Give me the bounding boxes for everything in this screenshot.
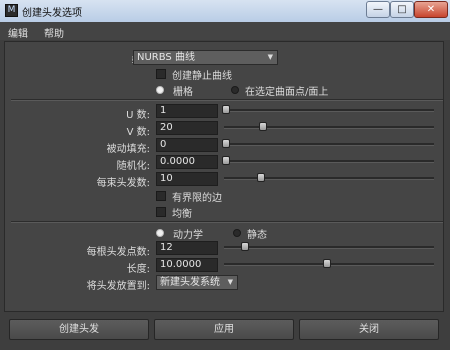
v-count-slider-track[interactable] bbox=[224, 126, 434, 129]
passive-fill-field[interactable]: 0 bbox=[156, 138, 218, 152]
points-per-hair-slider-thumb[interactable] bbox=[241, 242, 249, 251]
length-field[interactable]: 10.0000 bbox=[156, 258, 218, 272]
place-hair-into-dropdown[interactable]: 新建头发系统 ▼ bbox=[156, 275, 238, 290]
passive-fill-slider-track[interactable] bbox=[224, 143, 434, 146]
separator bbox=[11, 99, 443, 101]
equalize-label: 均衡 bbox=[172, 209, 192, 220]
place-hair-into-value: 新建头发系统 bbox=[160, 277, 220, 288]
window-title: 创建头发选项 bbox=[22, 8, 82, 19]
menu-bar: 编辑 帮助 bbox=[0, 22, 450, 40]
create-hair-button[interactable]: 创建头发 bbox=[9, 319, 149, 340]
chevron-down-icon: ▼ bbox=[227, 278, 233, 286]
maximize-button[interactable]: □ bbox=[390, 1, 414, 18]
minimize-button[interactable]: — bbox=[366, 1, 390, 18]
length-slider-thumb[interactable] bbox=[323, 259, 331, 268]
points-per-hair-slider-track[interactable] bbox=[224, 246, 434, 249]
v-count-field[interactable]: 20 bbox=[156, 121, 218, 135]
close-icon: ✕ bbox=[426, 4, 436, 15]
randomization-slider-thumb[interactable] bbox=[222, 156, 230, 165]
apply-button[interactable]: 应用 bbox=[154, 319, 294, 340]
options-panel: 输出: NURBS 曲线 ▼ 创建静止曲线 栅格 在选定曲面点/面上 U 数: … bbox=[4, 41, 444, 312]
hairs-per-clump-slider-thumb[interactable] bbox=[257, 173, 265, 182]
radio-grid-label: 栅格 bbox=[173, 87, 193, 98]
radio-selected-surface-label: 在选定曲面点/面上 bbox=[245, 87, 329, 98]
radio-grid[interactable] bbox=[156, 86, 164, 94]
menu-edit[interactable]: 编辑 bbox=[8, 25, 28, 40]
points-per-hair-field[interactable]: 12 bbox=[156, 241, 218, 255]
output-dropdown[interactable]: NURBS 曲线 ▼ bbox=[133, 50, 278, 65]
hairs-per-clump-label: 每束头发数: bbox=[96, 178, 150, 189]
create-rest-curves-checkbox[interactable] bbox=[156, 69, 166, 79]
chevron-down-icon: ▼ bbox=[267, 53, 273, 61]
edge-bounded-label: 有界限的边 bbox=[172, 193, 222, 204]
create-rest-curves-label: 创建静止曲线 bbox=[172, 71, 232, 82]
u-count-field[interactable]: 1 bbox=[156, 104, 218, 118]
passive-fill-slider-thumb[interactable] bbox=[222, 139, 230, 148]
maya-icon: M bbox=[5, 4, 18, 17]
u-count-slider-thumb[interactable] bbox=[222, 105, 230, 114]
points-per-hair-label: 每根头发点数: bbox=[86, 247, 150, 258]
create-hair-button-label: 创建头发 bbox=[59, 324, 99, 335]
v-count-label: V 数: bbox=[126, 127, 150, 138]
radio-static[interactable] bbox=[233, 229, 241, 237]
radio-dynamic[interactable] bbox=[156, 229, 164, 237]
place-hair-into-label: 将头发放置到: bbox=[86, 281, 150, 292]
equalize-checkbox[interactable] bbox=[156, 207, 166, 217]
hairs-per-clump-slider-track[interactable] bbox=[224, 177, 434, 180]
v-count-slider-thumb[interactable] bbox=[259, 122, 267, 131]
separator bbox=[11, 221, 443, 223]
length-label: 长度: bbox=[126, 264, 150, 275]
close-button-label: 关闭 bbox=[359, 324, 379, 335]
radio-dynamic-label: 动力学 bbox=[173, 230, 203, 241]
randomization-slider-track[interactable] bbox=[224, 160, 434, 163]
close-window-button[interactable]: ✕ bbox=[414, 1, 448, 18]
radio-static-label: 静态 bbox=[247, 230, 267, 241]
output-value: NURBS 曲线 bbox=[137, 52, 195, 63]
minimize-icon: — bbox=[373, 4, 383, 15]
randomization-label: 随机化: bbox=[116, 161, 150, 172]
hairs-per-clump-field[interactable]: 10 bbox=[156, 172, 218, 186]
maximize-icon: □ bbox=[397, 4, 407, 15]
randomization-field[interactable]: 0.0000 bbox=[156, 155, 218, 169]
u-count-label: U 数: bbox=[126, 110, 150, 121]
apply-button-label: 应用 bbox=[214, 324, 234, 335]
edge-bounded-checkbox[interactable] bbox=[156, 191, 166, 201]
menu-help[interactable]: 帮助 bbox=[44, 25, 64, 40]
passive-fill-label: 被动填充: bbox=[106, 144, 150, 155]
radio-selected-surface[interactable] bbox=[231, 86, 239, 94]
u-count-slider-track[interactable] bbox=[224, 109, 434, 112]
title-bar: M 创建头发选项 — □ ✕ bbox=[0, 0, 450, 23]
close-button[interactable]: 关闭 bbox=[299, 319, 439, 340]
